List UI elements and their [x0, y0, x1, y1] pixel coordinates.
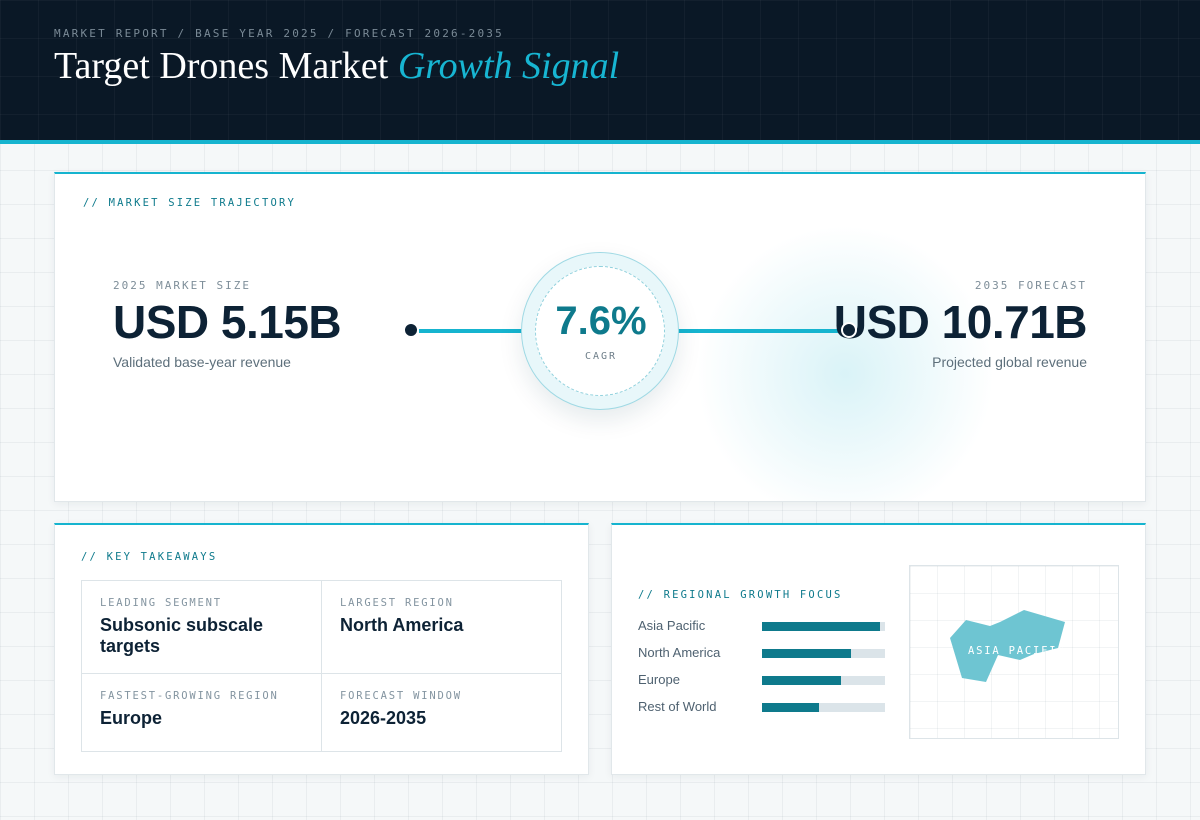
title-main: Target Drones Market	[54, 45, 389, 87]
takeaways-grid: LEADING SEGMENT Subsonic subscale target…	[81, 580, 562, 752]
cagr-label: CAGR	[584, 351, 618, 362]
region-bar-asia-pacific: Asia Pacific	[638, 618, 888, 634]
region-bar-rest-of-world: Rest of World	[638, 699, 888, 715]
takeaway-fastest-growing-region: FASTEST-GROWING REGION Europe	[82, 674, 321, 751]
regional-growth-focus-card: // REGIONAL GROWTH FOCUS Asia Pacific No…	[611, 523, 1146, 775]
takeaway-largest-region: LARGEST REGION North America	[322, 581, 561, 673]
region-bar-track	[762, 676, 885, 685]
cagr-inner-ring: 7.6% CAGR	[535, 266, 665, 396]
cagr-badge: 7.6% CAGR	[521, 252, 679, 410]
map-region-label: ASIA PACIFIC	[968, 645, 1066, 657]
region-bar-fill	[762, 649, 851, 658]
page-title: Target Drones Market Growth Signal	[54, 44, 619, 88]
region-bar-label: Asia Pacific	[638, 618, 706, 633]
base-year-caption: Validated base-year revenue	[113, 354, 291, 370]
takeaway-label: LARGEST REGION	[340, 597, 454, 609]
region-bar-fill	[762, 676, 841, 685]
title-accent: Growth Signal	[397, 45, 620, 87]
takeaways-section-title: // KEY TAKEAWAYS	[81, 551, 218, 563]
takeaway-label: LEADING SEGMENT	[100, 597, 222, 609]
takeaway-value: North America	[340, 615, 464, 635]
region-map: ASIA PACIFIC	[909, 565, 1119, 739]
takeaway-leading-segment: LEADING SEGMENT Subsonic subscale target…	[82, 581, 321, 673]
base-year-label: 2025 MARKET SIZE	[113, 279, 251, 292]
trajectory-section-title: // MARKET SIZE TRAJECTORY	[83, 197, 297, 209]
takeaway-value: 2026-2035	[340, 708, 427, 728]
region-bar-europe: Europe	[638, 672, 888, 688]
takeaway-forecast-window: FORECAST WINDOW 2026-2035	[322, 674, 561, 751]
forecast-caption: Projected global revenue	[932, 354, 1087, 370]
report-header: MARKET REPORT / BASE YEAR 2025 / FORECAS…	[0, 0, 1200, 140]
base-year-marker	[403, 322, 419, 338]
forecast-value: USD 10.71B	[833, 296, 1088, 348]
region-bar-label: North America	[638, 645, 721, 660]
header-accent-line	[0, 140, 1200, 144]
region-bar-track	[762, 649, 885, 658]
takeaway-value: Europe	[100, 708, 163, 728]
forecast-label: 2035 FORECAST	[974, 279, 1087, 292]
base-year-value: USD 5.15B	[113, 296, 342, 348]
takeaway-label: FORECAST WINDOW	[340, 690, 462, 702]
regional-section-title: // REGIONAL GROWTH FOCUS	[638, 589, 843, 601]
region-bar-fill	[762, 703, 819, 712]
forecast-marker	[841, 322, 857, 338]
region-bar-north-america: North America	[638, 645, 888, 661]
region-bar-label: Rest of World	[638, 699, 717, 714]
region-bar-track	[762, 622, 885, 631]
breadcrumb: MARKET REPORT / BASE YEAR 2025 / FORECAS…	[54, 27, 504, 40]
takeaway-value: Subsonic subscale targets	[100, 615, 264, 656]
key-takeaways-card: // KEY TAKEAWAYS LEADING SEGMENT Subsoni…	[54, 523, 589, 775]
region-bar-track	[762, 703, 885, 712]
takeaway-label: FASTEST-GROWING REGION	[100, 690, 279, 702]
region-bar-fill	[762, 622, 881, 631]
cagr-value: 7.6%	[555, 299, 647, 343]
market-size-trajectory-card: // MARKET SIZE TRAJECTORY 2025 MARKET SI…	[54, 172, 1146, 502]
region-bar-label: Europe	[638, 672, 680, 687]
